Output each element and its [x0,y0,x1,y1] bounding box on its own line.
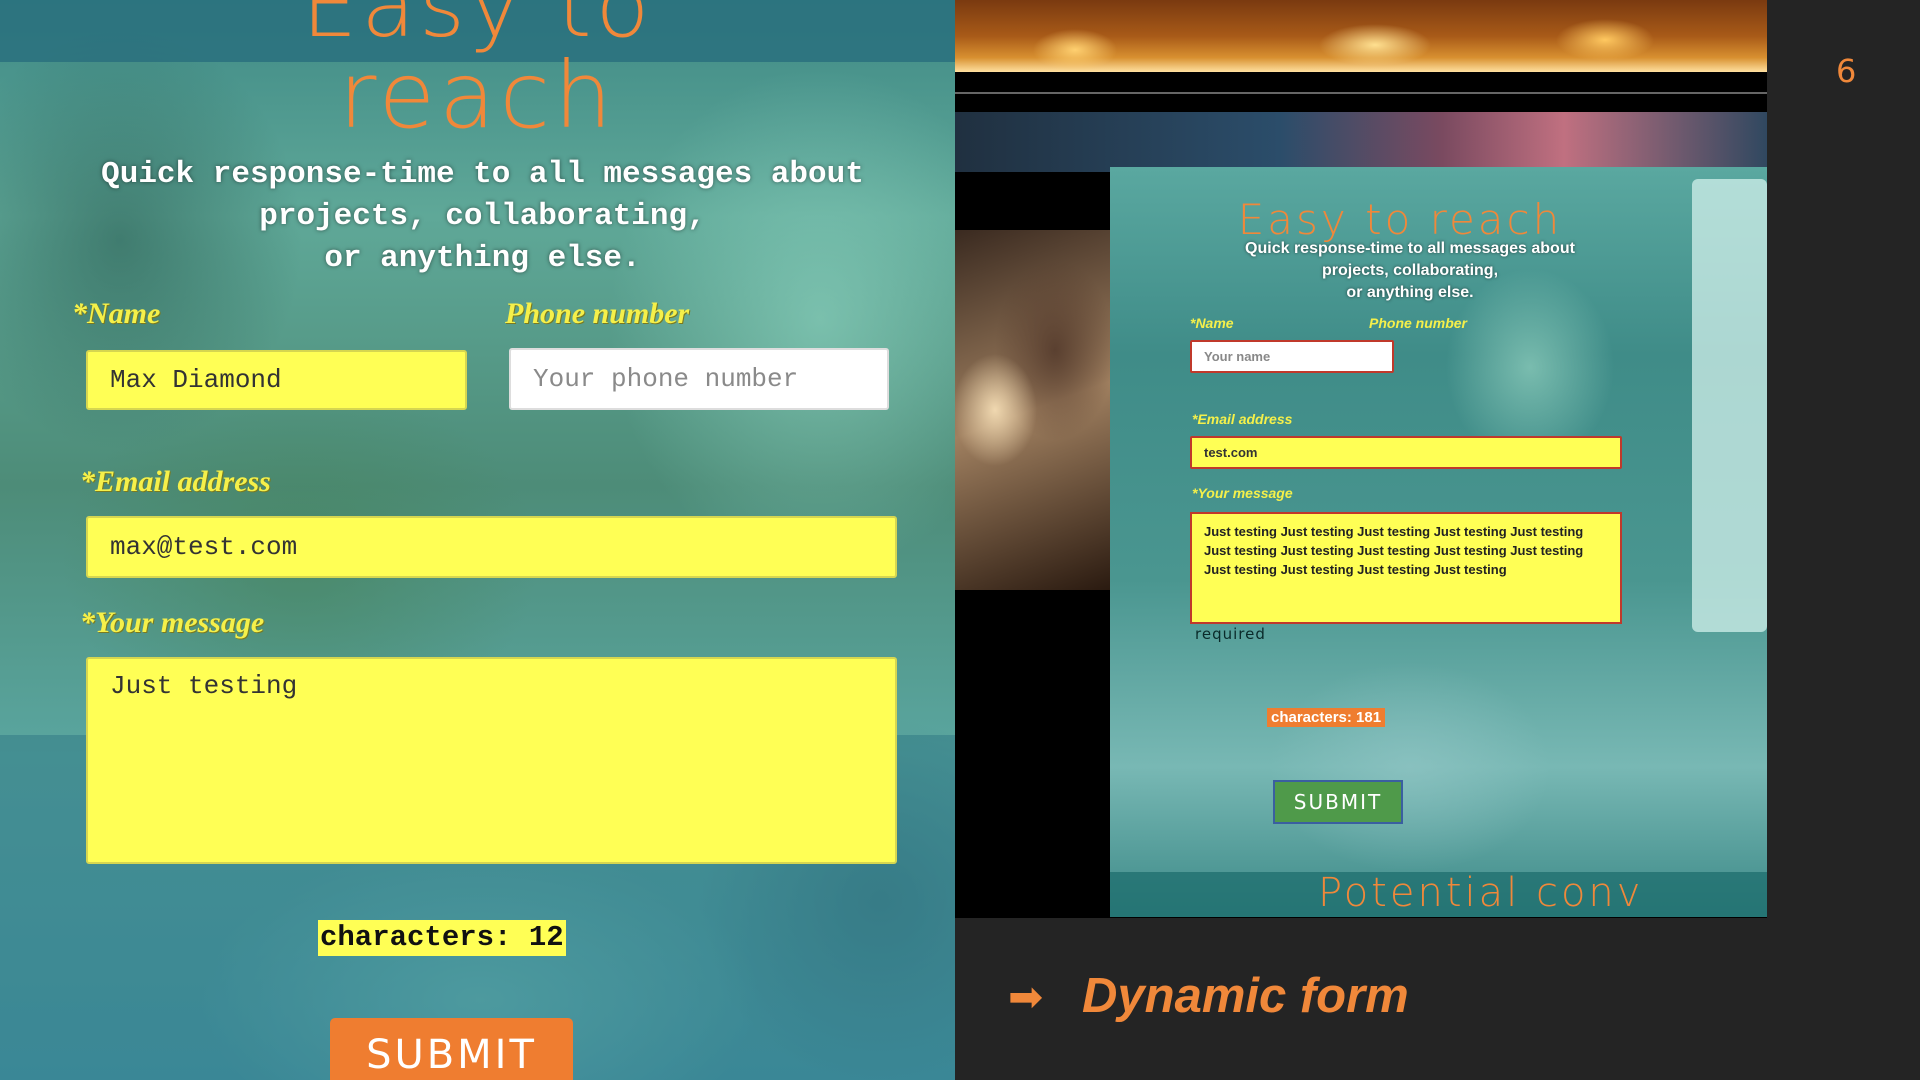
form-heading: Easy to reach [1237,195,1563,244]
intro-line-2: projects, collaborating, [1321,262,1499,279]
name-label: *Name [1190,315,1234,331]
arrow-right-icon: ➡ [1008,972,1044,1021]
page-number: 6 [1836,52,1857,90]
intro-line-1: Quick response-time to all messages abou… [1245,240,1575,257]
email-label: *Email address [80,465,271,498]
phone-field[interactable]: Your phone number [509,348,889,410]
email-label: *Email address [1192,411,1293,427]
side-panel [1692,179,1767,632]
message-label: *Your message [80,606,265,639]
character-counter: characters: 181 [1267,708,1386,727]
next-section-heading: Potential conv [1318,870,1644,916]
name-field[interactable]: Max Diamond [86,350,467,410]
intro-line-3: or anything else. [1346,284,1474,301]
left-form-screenshot: Easy to reach Quick response-time to all… [0,0,955,1080]
intro-line-2: projects, collaborating, [259,199,706,234]
header-photo [955,0,1767,72]
phone-label: Phone number [1369,315,1468,331]
slide-caption: Dynamic form [1082,969,1409,1023]
character-counter: characters: 12 [318,920,566,956]
background-photo-strip [955,112,1767,172]
intro-line-3: or anything else. [324,241,641,276]
heading-line-2: reach [338,42,617,149]
name-label: *Name [72,297,161,330]
message-textarea[interactable]: Just testing [86,657,897,864]
email-field[interactable]: max@test.com [86,516,897,578]
message-textarea[interactable]: Just testing Just testing Just testing J… [1190,512,1622,624]
divider [955,92,1767,94]
phone-label: Phone number [505,297,690,330]
side-photo [955,230,1110,590]
message-label: *Your message [1192,485,1293,501]
name-field[interactable]: Your name [1190,340,1394,373]
submit-button[interactable]: SUBMIT [330,1018,573,1080]
submit-button[interactable]: SUBMIT [1273,780,1403,824]
contact-form-page: Easy to reach Quick response-time to all… [1110,167,1767,917]
required-note: required [1195,625,1266,643]
intro-line-1: Quick response-time to all messages abou… [101,157,864,192]
right-form-screenshot: Easy to reach Quick response-time to all… [955,0,1767,918]
email-field[interactable]: test.com [1190,436,1622,469]
